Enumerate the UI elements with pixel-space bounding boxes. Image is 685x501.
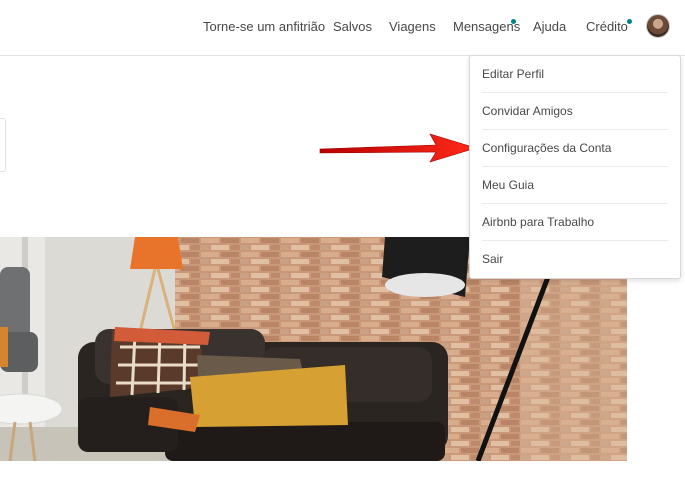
menu-my-guide[interactable]: Meu Guia: [482, 167, 668, 204]
red-arrow-pointer-icon: [319, 133, 478, 163]
messages-notification-dot: [511, 19, 516, 24]
menu-invite-friends[interactable]: Convidar Amigos: [482, 93, 668, 130]
menu-edit-profile[interactable]: Editar Perfil: [482, 56, 668, 93]
user-dropdown-menu: Editar Perfil Convidar Amigos Configuraç…: [469, 55, 681, 279]
search-box-edge[interactable]: [0, 118, 6, 172]
nav-help[interactable]: Ajuda: [533, 19, 566, 34]
menu-airbnb-for-work[interactable]: Airbnb para Trabalho: [482, 204, 668, 241]
user-avatar[interactable]: [646, 14, 670, 38]
menu-account-settings[interactable]: Configurações da Conta: [482, 130, 668, 167]
nav-trips[interactable]: Viagens: [389, 19, 436, 34]
nav-saved[interactable]: Salvos: [333, 19, 372, 34]
nav-credit[interactable]: Crédito: [586, 19, 628, 34]
menu-logout[interactable]: Sair: [482, 241, 668, 278]
credit-notification-dot: [627, 19, 632, 24]
top-navigation-bar: Torne-se um anfitrião Salvos Viagens Men…: [0, 0, 685, 56]
nav-become-host[interactable]: Torne-se um anfitrião: [203, 19, 325, 34]
